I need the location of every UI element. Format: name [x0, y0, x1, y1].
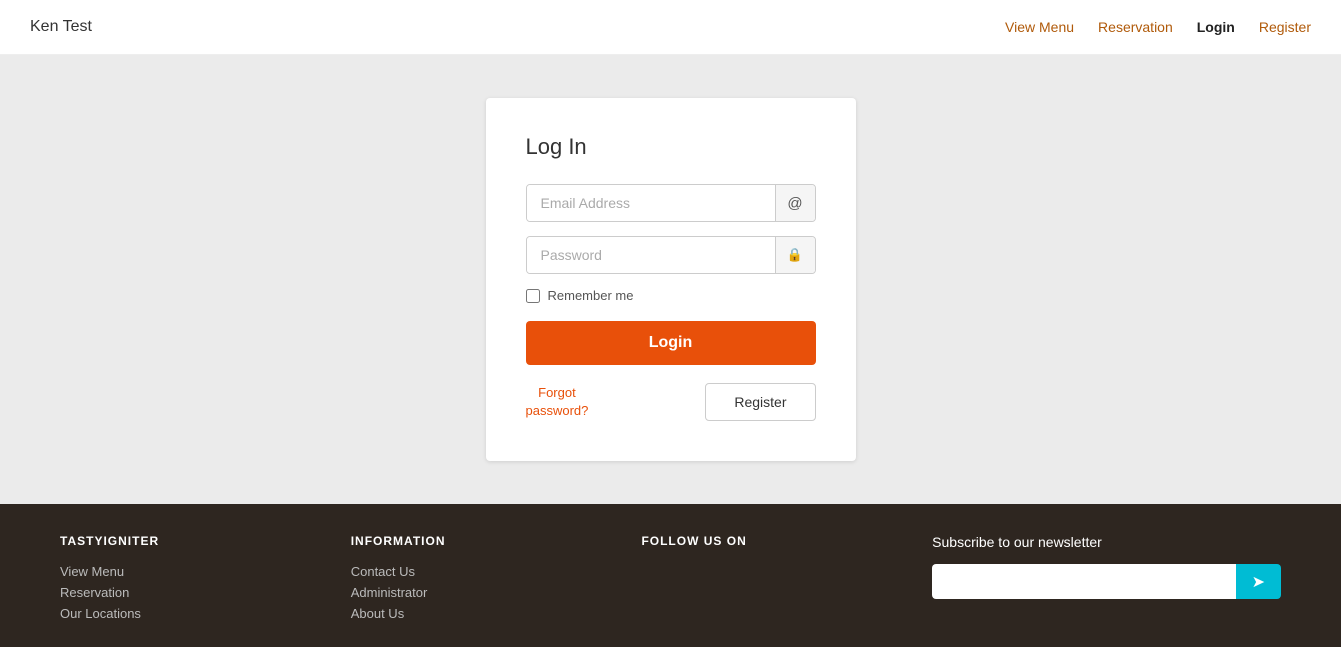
footer-social-col: FOLLOW US ON — [641, 534, 932, 627]
footer-contact-link[interactable]: Contact Us — [351, 564, 642, 579]
footer-locations-link[interactable]: Our Locations — [60, 606, 351, 621]
newsletter-input[interactable] — [932, 564, 1235, 599]
header: Ken Test View Menu Reservation Login Reg… — [0, 0, 1341, 55]
register-button[interactable]: Register — [705, 383, 815, 421]
header-nav: View Menu Reservation Login Register — [1005, 19, 1311, 35]
nav-view-menu[interactable]: View Menu — [1005, 19, 1074, 35]
send-icon: ➤ — [1252, 572, 1265, 592]
footer-brand-col: TASTYIGNITER View Menu Reservation Our L… — [60, 534, 351, 627]
main-content: Log In @ 🔒 Remember me Login Forgot pass… — [0, 55, 1341, 504]
remember-label[interactable]: Remember me — [548, 288, 634, 303]
footer-newsletter-col: Subscribe to our newsletter ➤ — [932, 534, 1281, 627]
login-button[interactable]: Login — [526, 321, 816, 365]
footer: TASTYIGNITER View Menu Reservation Our L… — [0, 504, 1341, 647]
footer-info-col: INFORMATION Contact Us Administrator Abo… — [351, 534, 642, 627]
site-logo[interactable]: Ken Test — [30, 18, 92, 36]
nav-login[interactable]: Login — [1197, 19, 1235, 35]
footer-social-heading: FOLLOW US ON — [641, 534, 932, 548]
password-field[interactable] — [527, 237, 775, 273]
newsletter-form: ➤ — [932, 564, 1281, 599]
password-input-group: 🔒 — [526, 236, 816, 274]
login-card: Log In @ 🔒 Remember me Login Forgot pass… — [486, 98, 856, 461]
nav-register[interactable]: Register — [1259, 19, 1311, 35]
bottom-row: Forgot password? Register — [526, 383, 816, 421]
footer-reservation-link[interactable]: Reservation — [60, 585, 351, 600]
footer-view-menu-link[interactable]: View Menu — [60, 564, 351, 579]
remember-checkbox[interactable] — [526, 289, 540, 303]
email-input-group: @ — [526, 184, 816, 222]
remember-row: Remember me — [526, 288, 816, 303]
at-icon: @ — [775, 185, 815, 221]
newsletter-title: Subscribe to our newsletter — [932, 534, 1281, 550]
forgot-password-link[interactable]: Forgot password? — [526, 384, 589, 420]
footer-brand-heading: TASTYIGNITER — [60, 534, 351, 548]
footer-about-link[interactable]: About Us — [351, 606, 642, 621]
email-field[interactable] — [527, 185, 775, 221]
newsletter-submit-button[interactable]: ➤ — [1236, 564, 1281, 599]
footer-admin-link[interactable]: Administrator — [351, 585, 642, 600]
footer-info-heading: INFORMATION — [351, 534, 642, 548]
lock-icon: 🔒 — [775, 237, 815, 273]
nav-reservation[interactable]: Reservation — [1098, 19, 1173, 35]
login-title: Log In — [526, 134, 816, 160]
